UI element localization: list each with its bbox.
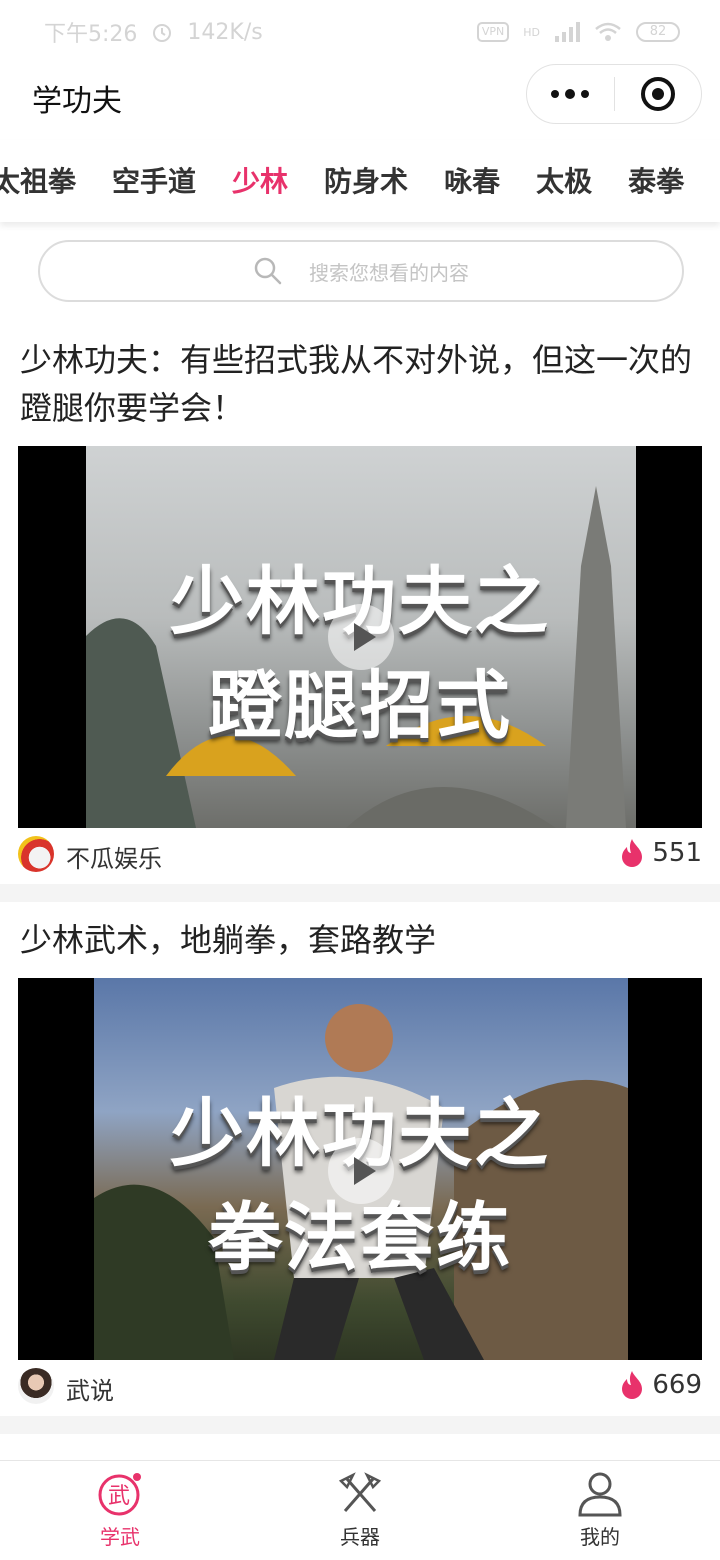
flame-icon <box>622 839 643 867</box>
title-bar: 学功夫 <box>0 64 720 128</box>
dot-icon <box>581 90 590 98</box>
video-meta: 武说 669 <box>18 1360 702 1416</box>
avatar[interactable] <box>18 1368 54 1404</box>
wifi-icon <box>595 22 621 41</box>
vpn-badge: VPN <box>476 22 510 42</box>
card-divider <box>0 884 720 902</box>
dot-icon <box>565 89 576 99</box>
alarm-icon <box>153 24 172 42</box>
like-count[interactable]: 669 <box>620 1370 702 1400</box>
card-divider <box>0 1416 720 1434</box>
battery-indicator: 82 <box>636 22 680 42</box>
tab-taichi[interactable]: 太极 <box>536 160 592 200</box>
user-icon <box>578 1472 622 1517</box>
bottom-nav: 武 学武 兵器 我的 <box>0 1460 720 1560</box>
like-count[interactable]: 551 <box>620 838 702 868</box>
target-icon <box>640 77 675 111</box>
video-feed: 少林功夫：有些招式我从不对外说，但这一次的蹬腿你要学会！ 少林功夫之 蹬腿招式 … <box>0 322 720 1434</box>
video-card[interactable]: 少林武术，地躺拳，套路教学 少林功夫之 拳法套练 武说 669 <box>0 902 720 1416</box>
tab-muay-thai[interactable]: 泰拳 <box>628 160 684 200</box>
nav-profile[interactable]: 我的 <box>480 1461 720 1560</box>
nav-label: 兵器 <box>340 1525 380 1549</box>
like-count-value: 551 <box>652 838 702 868</box>
video-title[interactable]: 少林武术，地躺拳，套路教学 <box>0 902 720 964</box>
signal-icon <box>555 22 580 42</box>
video-title[interactable]: 少林功夫：有些招式我从不对外说，但这一次的蹬腿你要学会！ <box>0 322 720 432</box>
app-title: 学功夫 <box>32 84 122 119</box>
author-name[interactable]: 武说 <box>66 1371 114 1406</box>
tab-shaolin[interactable]: 少林 <box>232 160 288 200</box>
avatar[interactable] <box>18 836 54 872</box>
search-icon <box>254 257 282 285</box>
play-icon[interactable] <box>328 1138 394 1204</box>
video-meta: 不瓜娱乐 551 <box>18 828 702 884</box>
video-player[interactable]: 少林功夫之 拳法套练 <box>18 978 702 1360</box>
nav-learn-martial-arts[interactable]: 武 学武 <box>0 1461 240 1560</box>
author-name[interactable]: 不瓜娱乐 <box>66 839 162 874</box>
tab-karate[interactable]: 空手道 <box>112 160 196 200</box>
search-placeholder: 搜索您想看的内容 <box>309 260 469 285</box>
play-icon[interactable] <box>328 604 394 670</box>
miniprogram-capsule <box>526 64 702 124</box>
tab-taizuquan[interactable]: 太祖拳 <box>0 160 76 200</box>
like-count-value: 669 <box>652 1370 702 1400</box>
nav-label: 学武 <box>100 1525 140 1549</box>
close-miniprogram-button[interactable] <box>615 65 702 123</box>
nav-weapons[interactable]: 兵器 <box>240 1461 480 1560</box>
status-bar: 下午5:26 142K/s VPN HD 82 <box>0 0 720 64</box>
tab-self-defense[interactable]: 防身术 <box>324 160 408 200</box>
svg-text:武: 武 <box>108 1484 130 1509</box>
tab-wing-chun[interactable]: 咏春 <box>444 160 500 200</box>
more-options-button[interactable] <box>527 65 614 123</box>
nav-label: 我的 <box>580 1525 620 1549</box>
network-speed: 142K/s <box>187 19 263 45</box>
crossed-axes-icon <box>338 1472 382 1512</box>
hd-signal-icon: HD <box>523 25 540 39</box>
category-tabs: 太祖拳 空手道 少林 防身术 咏春 太极 泰拳 <box>0 140 720 222</box>
dot-icon <box>551 90 560 98</box>
video-card[interactable]: 少林功夫：有些招式我从不对外说，但这一次的蹬腿你要学会！ 少林功夫之 蹬腿招式 … <box>0 322 720 884</box>
flame-icon <box>622 1371 643 1399</box>
search-input[interactable]: 搜索您想看的内容 <box>38 240 684 302</box>
status-time: 下午5:26 <box>44 22 138 47</box>
wu-character-icon: 武 <box>98 1473 141 1516</box>
video-player[interactable]: 少林功夫之 蹬腿招式 <box>18 446 702 828</box>
